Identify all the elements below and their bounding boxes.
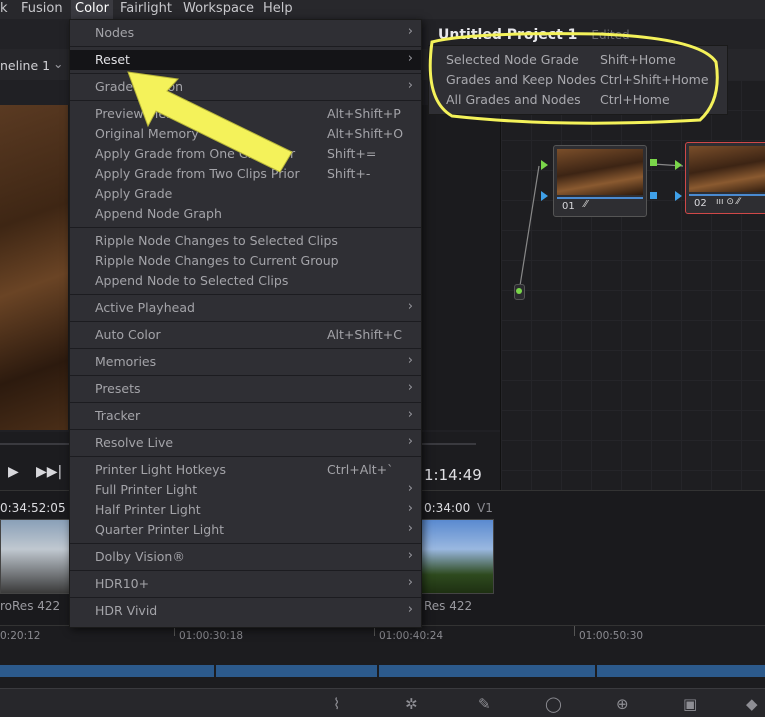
curves-icon[interactable]: ⌇ xyxy=(333,695,340,713)
menubar-item-fairlight[interactable]: Fairlight xyxy=(120,1,172,16)
menubar-item-color[interactable]: Color xyxy=(71,0,113,20)
node-label: 02 xyxy=(694,198,707,209)
node-input-alpha-port[interactable] xyxy=(541,191,548,201)
menu-item-quarter-printer-light[interactable]: Quarter Printer Light › xyxy=(70,520,421,540)
submenu-item-all-grades-nodes[interactable]: All Grades and Nodes Ctrl+Home xyxy=(429,90,727,110)
clip-codec: roRes 422 xyxy=(0,599,61,613)
menu-item-full-printer-light[interactable]: Full Printer Light › xyxy=(70,480,421,500)
timeline-selector[interactable]: neline 1 xyxy=(0,58,50,73)
menubar-item-fusion[interactable]: Fusion xyxy=(21,1,63,16)
node-tool-icons: ııı ⊙ ⁄⁄ xyxy=(716,197,740,207)
menu-item-preview-memory[interactable]: Preview Memory Alt+Shift+P xyxy=(70,104,421,124)
menu-item-ripple-group[interactable]: Ripple Node Changes to Current Group xyxy=(70,251,421,271)
menu-item-append-node-graph[interactable]: Append Node Graph xyxy=(70,204,421,224)
menu-item-apply-grade-two-prior[interactable]: Apply Grade from Two Clips Prior Shift+- xyxy=(70,164,421,184)
palette-toolbar xyxy=(0,688,765,717)
window-icon[interactable]: ◯ xyxy=(545,695,562,713)
ruler-label: 01:00:50:30 xyxy=(579,630,644,642)
timeline-track[interactable] xyxy=(0,665,765,677)
node-input-rgb-port[interactable] xyxy=(541,160,548,170)
node-01[interactable]: 01 ⁄⁄ xyxy=(553,145,647,217)
menu-item-printer-light-hotkeys[interactable]: Printer Light Hotkeys Ctrl+Alt+` xyxy=(70,460,421,480)
skip-forward-icon[interactable]: ▶▶| xyxy=(36,464,62,480)
color-warper-icon[interactable]: ✲ xyxy=(405,695,418,713)
menu-item-dolby-vision[interactable]: Dolby Vision® › xyxy=(70,547,421,567)
menu-item-half-printer-light[interactable]: Half Printer Light › xyxy=(70,500,421,520)
submenu-item-grades-keep-nodes[interactable]: Grades and Keep Nodes Ctrl+Shift+Home xyxy=(429,70,727,90)
clip-track-label: V1 xyxy=(477,501,493,515)
menu-item-hdr-vivid[interactable]: HDR Vivid › xyxy=(70,601,421,621)
node-thumbnail xyxy=(689,146,765,192)
menu-item-hdr10-plus[interactable]: HDR10+ › xyxy=(70,574,421,594)
ruler-label: 0:20:12 xyxy=(0,630,41,642)
source-input-port[interactable] xyxy=(514,284,525,300)
menubar-item-help[interactable]: Help xyxy=(263,1,293,16)
menu-item-grade-version[interactable]: Grade Version › xyxy=(70,77,421,97)
node-label: 01 xyxy=(562,201,575,212)
clip-codec: Res 422 xyxy=(424,599,473,613)
ruler-label: 01:00:30:18 xyxy=(179,630,244,642)
ruler-tick xyxy=(574,626,575,636)
menu-item-apply-grade[interactable]: Apply Grade xyxy=(70,184,421,204)
node2-input-rgb-port[interactable] xyxy=(675,160,682,170)
play-icon[interactable]: ▶ xyxy=(8,464,19,480)
node-thumbnail xyxy=(557,149,643,195)
project-title: Untitled Project 1 xyxy=(438,27,578,43)
node-bar xyxy=(557,197,643,199)
tracker-icon[interactable]: ⊕ xyxy=(616,695,629,713)
viewer-image xyxy=(0,105,68,430)
menu-item-apply-grade-one-prior[interactable]: Apply Grade from One Clip Prior Shift+= xyxy=(70,144,421,164)
menu-item-presets[interactable]: Presets › xyxy=(70,379,421,399)
clip-thumbnail[interactable] xyxy=(420,519,494,594)
menubar: k Fusion Color Fairlight Workspace Help xyxy=(0,0,765,20)
project-title-area: Untitled Project 1 Edited xyxy=(438,27,630,43)
node-02[interactable]: 02 ııı ⊙ ⁄⁄ xyxy=(685,142,765,214)
menu-item-auto-color[interactable]: Auto Color Alt+Shift+C xyxy=(70,325,421,345)
menu-item-resolve-live[interactable]: Resolve Live › xyxy=(70,433,421,453)
curves-icon: ⁄⁄ xyxy=(584,199,588,210)
timecode-display: 1:14:49 xyxy=(424,466,482,484)
clip-thumbnail[interactable] xyxy=(0,519,70,594)
menu-item-active-playhead[interactable]: Active Playhead › xyxy=(70,298,421,318)
node-bar xyxy=(689,194,765,196)
qualifier-icon[interactable]: ✎ xyxy=(478,695,491,713)
submenu-item-selected-node-grade[interactable]: Selected Node Grade Shift+Home xyxy=(429,50,727,70)
blur-icon[interactable]: ◆ xyxy=(746,695,758,713)
color-menu: Nodes › Reset › Grade Version › Preview Mem… xyxy=(69,19,422,628)
ruler-label: 01:00:40:24 xyxy=(379,630,444,642)
node-graph[interactable]: 01 ⁄⁄ 02 ııı ⊙ ⁄⁄ xyxy=(500,80,765,490)
menu-item-reset[interactable]: Reset › xyxy=(70,50,421,70)
menu-item-original-memory[interactable]: Original Memory Alt+Shift+O xyxy=(70,124,421,144)
menu-item-nodes[interactable]: Nodes › xyxy=(70,23,421,43)
node-output-rgb-port[interactable] xyxy=(650,159,657,166)
chevron-down-icon[interactable]: ⌄ xyxy=(53,56,63,71)
menubar-item-workspace-partial[interactable]: k xyxy=(0,1,8,16)
menu-item-memories[interactable]: Memories › xyxy=(70,352,421,372)
reset-submenu: Selected Node Grade Shift+Home Grades and… xyxy=(428,45,728,115)
menu-item-append-node-selected[interactable]: Append Node to Selected Clips xyxy=(70,271,421,291)
magic-mask-icon[interactable]: ▣ xyxy=(683,695,697,713)
clip-timecode: 0:34:52:05 xyxy=(0,501,66,515)
clip-timecode: 0:34:00 xyxy=(424,501,471,515)
timeline-ruler[interactable]: 0:20:12 01:00:30:18 01:00:40:24 01:00:50… xyxy=(0,625,765,656)
project-status: Edited xyxy=(591,28,630,42)
menu-item-ripple-selected[interactable]: Ripple Node Changes to Selected Clips xyxy=(70,231,421,251)
node-output-alpha-port[interactable] xyxy=(650,192,657,199)
menubar-item-workspace[interactable]: Workspace xyxy=(183,1,254,16)
node2-input-alpha-port[interactable] xyxy=(675,191,682,201)
menu-item-tracker[interactable]: Tracker › xyxy=(70,406,421,426)
